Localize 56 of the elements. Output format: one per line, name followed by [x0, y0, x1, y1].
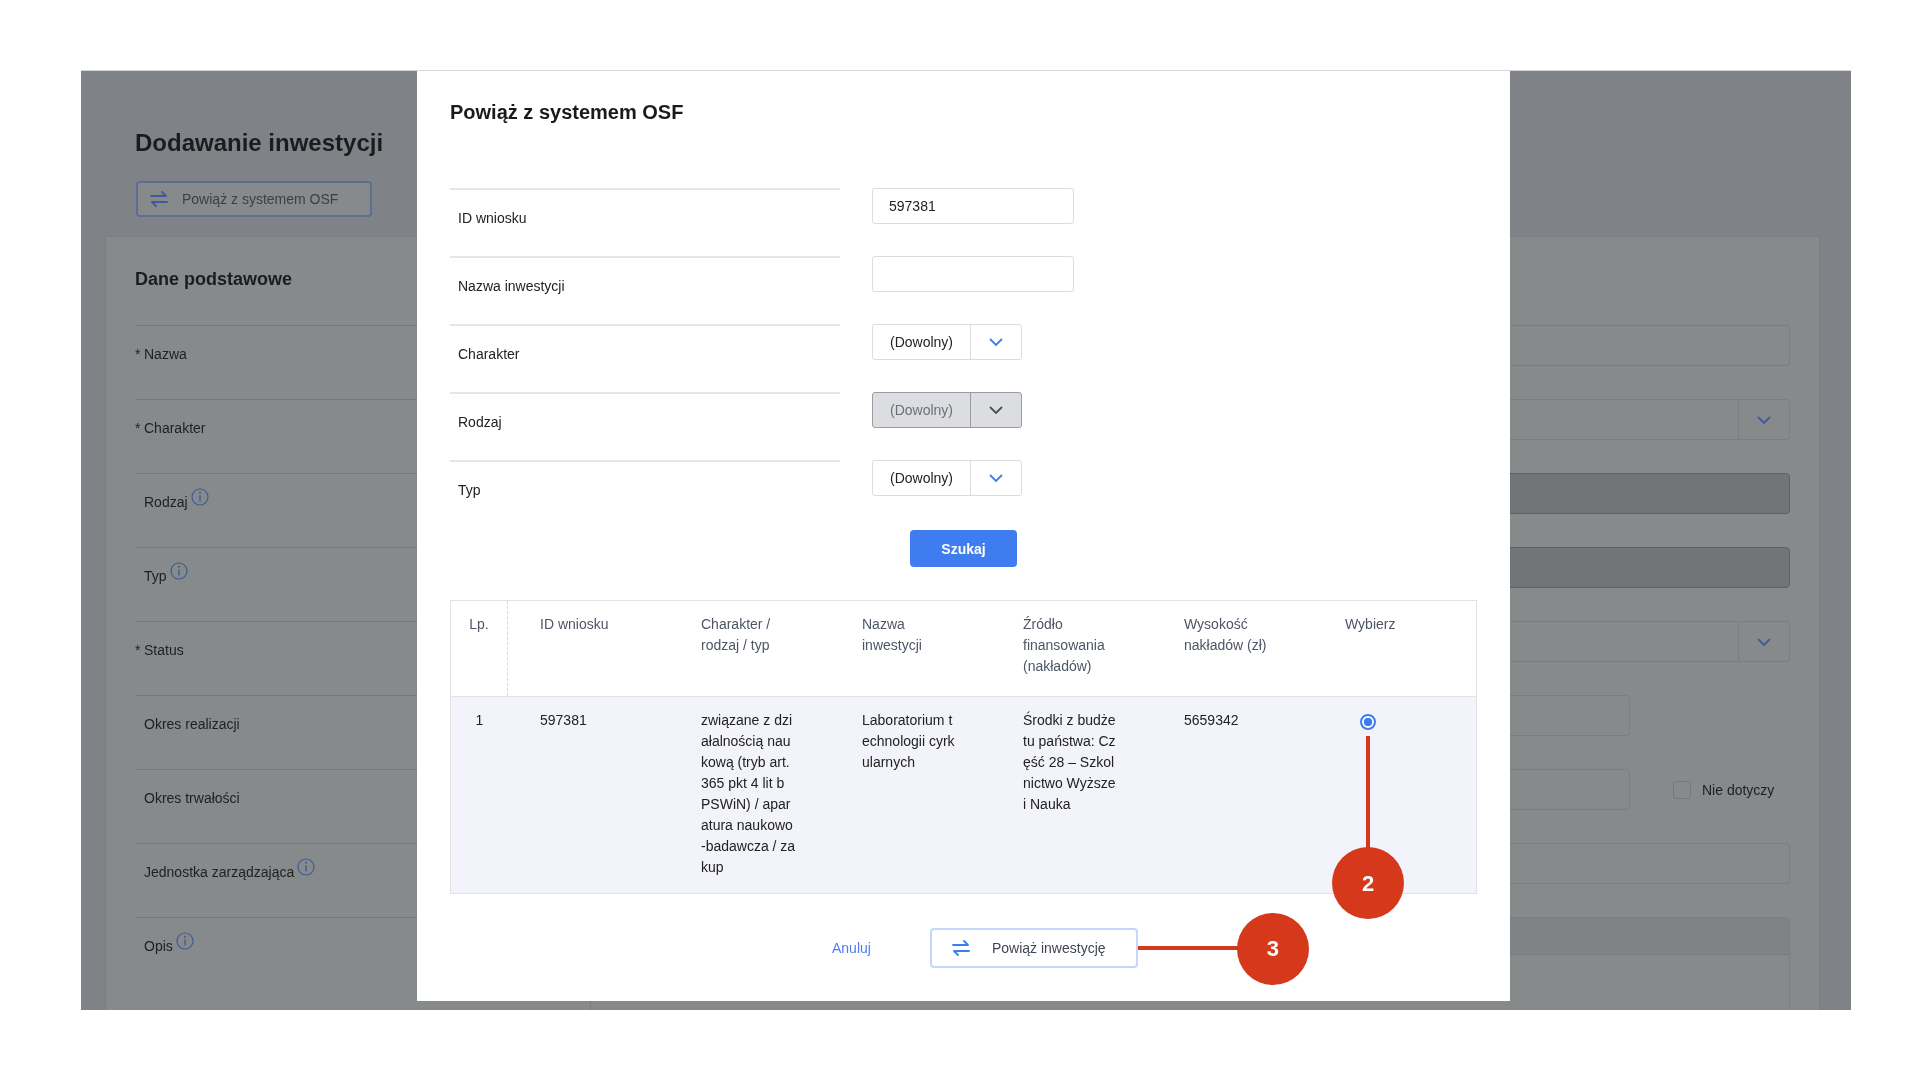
column-header: Lp.	[468, 615, 490, 634]
chevron-down-icon	[988, 405, 1004, 415]
chevron-down-icon	[1756, 636, 1772, 647]
field-label: Okres trwałości	[144, 790, 240, 806]
radio-button[interactable]	[1360, 714, 1376, 730]
swap-arrows-icon	[150, 191, 168, 207]
column-header: Źródło finansowania (nakładów)	[1023, 615, 1106, 676]
link-investment-button[interactable]: Powiąż inwestycję	[929, 928, 1138, 968]
info-icon	[297, 858, 316, 876]
field-label: ID wniosku	[458, 210, 527, 226]
info-icon	[175, 932, 194, 950]
required-marker: *	[135, 420, 142, 436]
info-icon	[190, 488, 209, 506]
field-label: Typ	[458, 482, 481, 498]
section-title: Dane podstawowe	[135, 268, 293, 291]
column-header: Wysokość nakładów (zł)	[1184, 615, 1268, 655]
chevron-down-icon	[988, 337, 1004, 347]
column-header: Charakter / rodzaj / typ	[701, 615, 772, 655]
disabled-dropdown: (Dowolny)	[872, 392, 1022, 428]
table-cell: 1	[475, 712, 484, 728]
field-label: Nazwa inwestycji	[458, 278, 565, 294]
page-title: Dodawanie inwestycji	[135, 129, 384, 157]
dropdown[interactable]: (Dowolny)	[872, 460, 1022, 496]
cancel-link[interactable]: Anuluj	[832, 940, 871, 956]
table-cell: 597381	[540, 712, 587, 728]
dialog-title: Powiąż z systemem OSF	[450, 100, 685, 125]
dropdown[interactable]: (Dowolny)	[872, 324, 1022, 360]
field-label: Rodzaj	[458, 414, 502, 430]
input-field[interactable]	[872, 256, 1074, 292]
field-label: Okres realizacji	[144, 716, 240, 732]
column-header: ID wniosku	[540, 615, 610, 634]
checkbox-label: Nie dotyczy	[1702, 781, 1775, 798]
callout-badge: 3	[1236, 913, 1309, 985]
table-cell: 5659342	[1184, 712, 1239, 728]
field-label: Typ	[144, 568, 167, 584]
table-cell-text: Środki z budżetu państwa: Część 28 – Szkolnictwo Wyższe i Nauka	[1023, 710, 1117, 814]
field-label: Rodzaj	[144, 494, 188, 510]
field-label: Nazwa	[144, 346, 187, 362]
search-button[interactable]: Szukaj	[910, 530, 1017, 567]
required-marker: *	[135, 642, 142, 658]
swap-arrows-icon	[951, 940, 970, 956]
column-header: Nazwa inwestycji	[862, 615, 923, 655]
field-label: Opis	[144, 938, 173, 954]
required-marker: *	[135, 346, 142, 362]
field-label: Charakter	[144, 420, 206, 436]
table-cell-text: Laboratorium technologii cyrkularnych	[862, 711, 956, 772]
column-header: Wybierz	[1345, 615, 1397, 634]
info-icon	[169, 562, 188, 580]
callout-badge: 2	[1332, 847, 1404, 919]
chevron-down-icon	[1756, 414, 1772, 425]
chevron-down-icon	[988, 473, 1004, 483]
field-label: Status	[144, 642, 184, 658]
table-cell-text: związane z działalnością naukową (tryb art. 365 pkt 4 lit b PSWiN) / aparatura naukowo-badawcza / zakup	[701, 711, 797, 877]
field-label: Charakter	[458, 346, 520, 362]
input-field[interactable]: 597381	[872, 188, 1074, 224]
field-label: Jednostka zarządzająca	[144, 864, 295, 880]
